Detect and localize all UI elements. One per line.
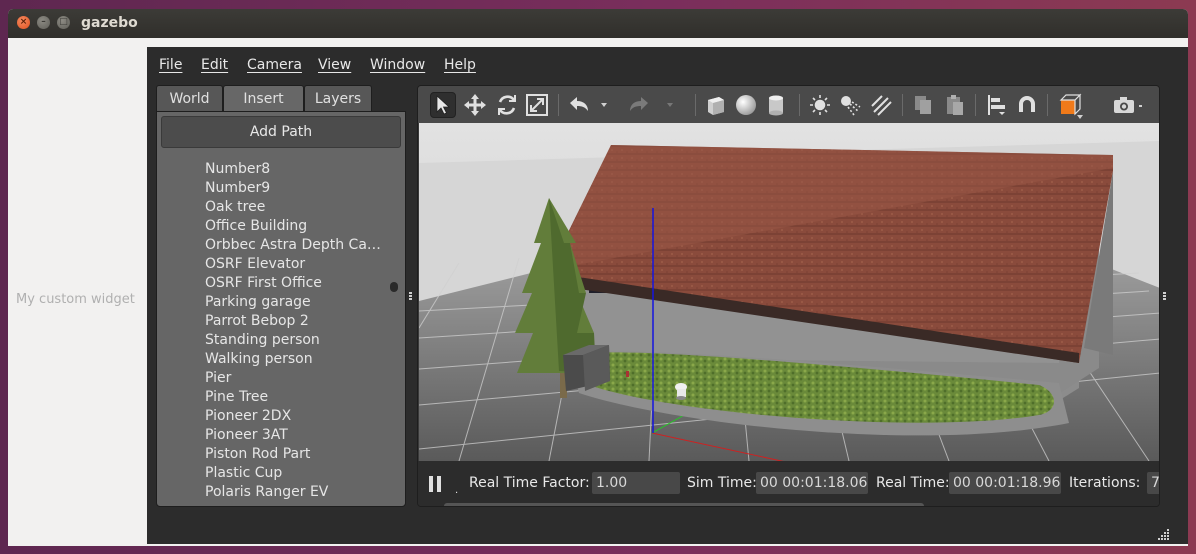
step-indicator[interactable]: . xyxy=(455,485,458,496)
menu-view[interactable]: View xyxy=(318,57,351,73)
align-icon[interactable] xyxy=(984,92,1010,118)
title-bar[interactable]: × – □ gazebo xyxy=(8,9,1188,38)
add-path-button[interactable]: Add Path xyxy=(161,116,401,148)
list-item[interactable]: Plastic Cup xyxy=(205,464,385,483)
menu-camera[interactable]: Camera xyxy=(247,57,302,73)
maximize-icon[interactable]: □ xyxy=(57,16,70,29)
sphere-icon[interactable] xyxy=(733,92,759,118)
list-item[interactable]: Office Building xyxy=(205,217,385,236)
minimize-icon[interactable]: – xyxy=(37,16,50,29)
spot-light-icon[interactable] xyxy=(837,92,863,118)
real-time-field: 00 00:01:18.969 xyxy=(949,472,1061,494)
iterations-label: Iterations: xyxy=(1069,475,1141,491)
copy-icon[interactable] xyxy=(910,92,936,118)
sim-time-label: Sim Time: xyxy=(687,475,757,491)
list-item[interactable]: Standing person xyxy=(205,331,385,350)
window-title: gazebo xyxy=(81,15,138,31)
window-client: My custom widget File Edit Camera View W… xyxy=(8,38,1188,546)
paste-icon[interactable] xyxy=(942,92,968,118)
menu-file[interactable]: File xyxy=(159,57,182,73)
list-item[interactable]: Pier xyxy=(205,369,385,388)
list-item[interactable]: Pioneer 2DX xyxy=(205,407,385,426)
right-splitter-handle[interactable] xyxy=(1163,292,1166,302)
list-item[interactable]: Parrot Bebop 2 xyxy=(205,312,385,331)
list-item[interactable]: Orbbec Astra Depth Ca… xyxy=(205,236,385,255)
real-time-label: Real Time: xyxy=(876,475,950,491)
menu-window[interactable]: Window xyxy=(370,57,425,73)
sim-time-field: 00 00:01:18.061 xyxy=(756,472,868,494)
list-item[interactable]: Polaris Ranger EV xyxy=(205,483,385,502)
real-time-factor-label: Real Time Factor: xyxy=(469,475,590,491)
iterations-field: 78061 xyxy=(1147,472,1159,494)
screenshot-icon[interactable] xyxy=(1111,92,1145,118)
custom-widget-label: My custom widget xyxy=(16,292,135,307)
redo-icon[interactable] xyxy=(626,92,652,118)
list-item[interactable]: Number8 xyxy=(205,160,385,179)
list-item[interactable]: Oak tree xyxy=(205,198,385,217)
box-icon[interactable] xyxy=(703,92,729,118)
select-arrow-icon[interactable] xyxy=(430,92,456,118)
status-bar: . Real Time Factor: 1.00 Sim Time: 00 00… xyxy=(418,461,1159,506)
list-item[interactable]: Pine Tree xyxy=(205,388,385,407)
list-item[interactable]: Parking garage xyxy=(205,293,385,312)
model-list: Number8 Number9 Oak tree Office Building… xyxy=(205,160,385,502)
list-item[interactable]: Walking person xyxy=(205,350,385,369)
list-scrollbar-thumb[interactable] xyxy=(390,282,398,292)
list-item[interactable]: OSRF Elevator xyxy=(205,255,385,274)
left-splitter-handle[interactable] xyxy=(409,292,412,302)
tab-world[interactable]: World xyxy=(156,85,223,111)
pause-icon[interactable] xyxy=(429,476,443,492)
redo-menu-icon[interactable] xyxy=(664,92,676,118)
rotate-icon[interactable] xyxy=(494,92,520,118)
cylinder-icon[interactable] xyxy=(763,92,789,118)
snap-icon[interactable] xyxy=(1014,92,1040,118)
menu-edit[interactable]: Edit xyxy=(201,57,228,73)
scene-viewport[interactable] xyxy=(418,123,1159,506)
scene-frame: . Real Time Factor: 1.00 Sim Time: 00 00… xyxy=(417,85,1160,507)
resize-grip-icon[interactable] xyxy=(1158,525,1170,540)
list-item[interactable]: Piston Rod Part xyxy=(205,445,385,464)
status-scrollbar[interactable] xyxy=(444,503,924,506)
menu-help[interactable]: Help xyxy=(444,57,476,73)
undo-menu-icon[interactable] xyxy=(598,92,610,118)
tab-layers[interactable]: Layers xyxy=(304,85,372,111)
tab-insert[interactable]: Insert xyxy=(223,85,304,111)
main-window: × – □ gazebo My custom widget File Edit … xyxy=(8,9,1188,546)
list-item[interactable]: Pioneer 3AT xyxy=(205,426,385,445)
directional-light-icon[interactable] xyxy=(868,92,894,118)
list-item[interactable]: OSRF First Office xyxy=(205,274,385,293)
world-scene xyxy=(418,123,1159,506)
insert-panel: Add Path Number8 Number9 Oak tree Office… xyxy=(156,111,406,507)
undo-icon[interactable] xyxy=(566,92,592,118)
scale-icon[interactable] xyxy=(524,92,550,118)
close-icon[interactable]: × xyxy=(17,16,30,29)
gazebo-widget: File Edit Camera View Window Help World … xyxy=(147,47,1188,544)
scene-toolbar xyxy=(418,86,1159,123)
real-time-factor-field: 1.00 xyxy=(592,472,680,494)
menu-bar: File Edit Camera View Window Help xyxy=(147,47,1188,79)
view-angle-icon[interactable] xyxy=(1055,92,1083,119)
list-item[interactable]: Number9 xyxy=(205,179,385,198)
point-light-icon[interactable] xyxy=(807,92,833,118)
translate-icon[interactable] xyxy=(462,92,488,118)
